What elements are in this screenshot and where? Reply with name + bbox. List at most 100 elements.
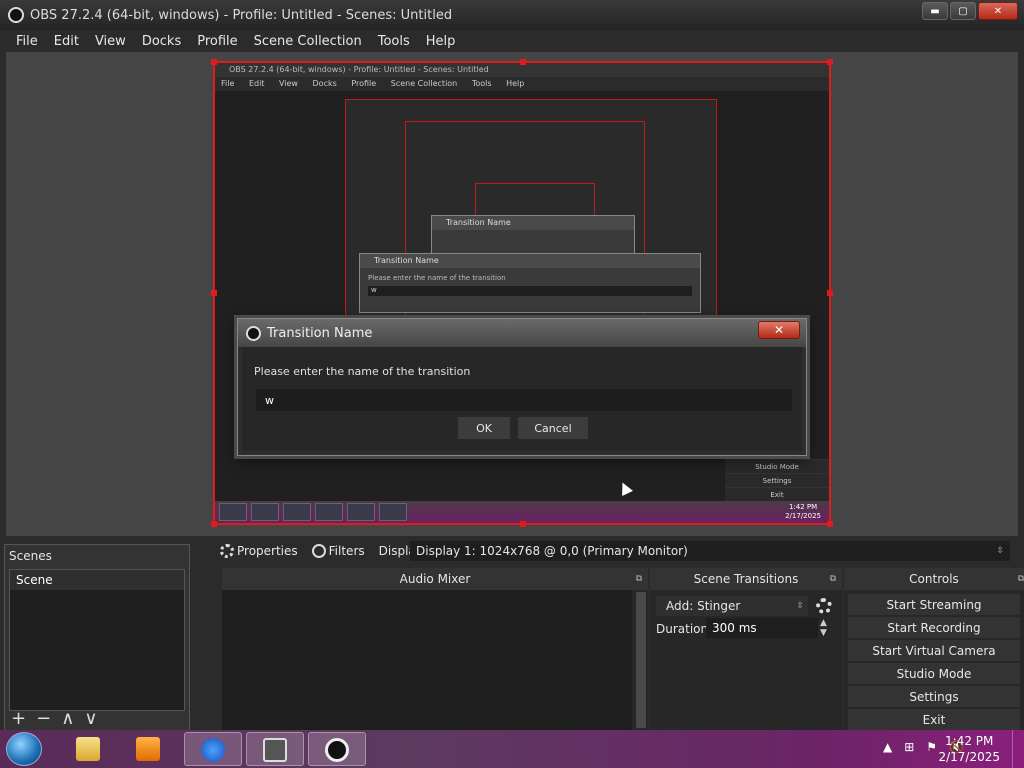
taskbar-switch-windows[interactable] <box>246 732 304 766</box>
source-toolbar: Properties Filters Display Display 1: 10… <box>206 538 1018 564</box>
start-virtual-camera-button[interactable]: Start Virtual Camera <box>848 640 1020 661</box>
nested-menu-item: View <box>278 79 298 88</box>
nested-menu-bar: File Edit View Docks Profile Scene Colle… <box>215 77 829 91</box>
show-hidden-icons-icon[interactable]: ▲ <box>883 740 892 754</box>
window-controls: ▬ ▢ ✕ <box>922 2 1018 20</box>
nested-taskbar-item <box>283 503 311 521</box>
scene-transitions-title: Scene Transitions <box>693 572 799 586</box>
folder-icon <box>76 737 100 761</box>
audio-mixer-scrollbar[interactable] <box>636 592 646 728</box>
properties-button[interactable]: Properties <box>220 544 298 558</box>
action-center-flag-icon[interactable]: ⚑ <box>926 740 937 754</box>
exit-button[interactable]: Exit <box>848 709 1020 730</box>
studio-mode-button[interactable]: Studio Mode <box>848 663 1020 684</box>
network-icon[interactable]: ⊞ <box>904 740 914 754</box>
clock-date: 2/17/2025 <box>938 750 1000 764</box>
spin-up-icon[interactable]: ▲ <box>820 618 834 628</box>
transition-properties-gear-icon[interactable] <box>816 598 832 614</box>
dialog-label: Please enter the name of the transition <box>254 365 471 378</box>
filter-icon <box>311 544 326 558</box>
window-title: OBS 27.2.4 (64-bit, windows) - Profile: … <box>30 7 453 23</box>
windows-taskbar: ▲ ⊞ ⚑ 🔇 1:42 PM 2/17/2025 <box>0 730 1024 768</box>
nested-menu-item: Profile <box>351 79 377 88</box>
scene-transitions-header: Scene Transitions ⧉ <box>650 568 842 590</box>
resize-handle[interactable] <box>520 521 526 527</box>
nested-taskbar: 1:42 PM 2/17/2025 <box>215 501 829 523</box>
resize-handle[interactable] <box>827 521 833 527</box>
obs-logo-icon <box>246 325 261 341</box>
taskbar-explorer[interactable] <box>60 732 118 766</box>
taskbar-clock[interactable]: 1:42 PM 2/17/2025 <box>938 733 1000 765</box>
taskbar-media-player[interactable] <box>120 732 178 766</box>
resize-handle[interactable] <box>211 290 217 296</box>
duration-input[interactable]: 300 ms <box>706 618 818 638</box>
menu-profile[interactable]: Profile <box>189 34 245 49</box>
scene-item[interactable]: Scene <box>10 570 184 590</box>
nested-taskbar-item <box>347 503 375 521</box>
switch-windows-icon <box>263 738 287 762</box>
resize-handle[interactable] <box>827 290 833 296</box>
filters-label: Filters <box>328 544 365 558</box>
resize-handle[interactable] <box>827 59 833 65</box>
menu-tools[interactable]: Tools <box>370 34 418 49</box>
start-button[interactable] <box>6 732 42 766</box>
resize-handle[interactable] <box>211 59 217 65</box>
display-select[interactable]: Display 1: 1024x768 @ 0,0 (Primary Monit… <box>410 541 1010 561</box>
media-player-icon <box>136 737 160 761</box>
show-desktop-button[interactable] <box>1012 730 1024 768</box>
menu-help[interactable]: Help <box>418 34 464 49</box>
ok-button[interactable]: OK <box>458 417 510 439</box>
nested-window-title: OBS 27.2.4 (64-bit, windows) - Profile: … <box>215 63 829 77</box>
nested-clock-time: 1:42 PM <box>788 503 818 511</box>
menu-view[interactable]: View <box>87 34 134 49</box>
controls-header: Controls ⧉ <box>844 568 1024 590</box>
move-scene-up-button[interactable]: ∧ <box>61 708 74 729</box>
preview-canvas[interactable]: OBS 27.2.4 (64-bit, windows) - Profile: … <box>6 52 1018 536</box>
maximize-button[interactable]: ▢ <box>950 2 976 20</box>
taskbar-firefox[interactable] <box>184 732 242 766</box>
transition-select[interactable]: Add: Stinger ⇳ <box>656 596 808 616</box>
obs-logo-icon <box>8 7 24 23</box>
resize-handle[interactable] <box>211 521 217 527</box>
dialog-close-button[interactable]: ✕ <box>758 321 800 339</box>
filters-button[interactable]: Filters <box>311 544 365 558</box>
nested-menu-item: File <box>221 79 235 88</box>
add-scene-button[interactable]: + <box>11 708 26 729</box>
float-dock-icon[interactable]: ⧉ <box>830 568 836 590</box>
nested-clock: 1:42 PM 2/17/2025 <box>785 503 821 521</box>
nested-dialog-title: Transition Name <box>432 216 634 230</box>
float-dock-icon[interactable]: ⧉ <box>636 568 642 590</box>
taskbar-obs[interactable] <box>308 732 366 766</box>
float-dock-icon[interactable]: ⧉ <box>1018 568 1024 590</box>
cancel-button[interactable]: Cancel <box>518 417 588 439</box>
resize-handle[interactable] <box>520 59 526 65</box>
settings-button[interactable]: Settings <box>848 686 1020 707</box>
remove-scene-button[interactable]: − <box>36 708 51 729</box>
dialog-body: Please enter the name of the transition … <box>242 347 802 451</box>
nested-clock-date: 2/17/2025 <box>785 512 821 520</box>
duration-spinner[interactable]: ▲ ▼ <box>820 618 834 638</box>
minimize-button[interactable]: ▬ <box>922 2 948 20</box>
menu-file[interactable]: File <box>8 34 46 49</box>
menu-edit[interactable]: Edit <box>46 34 87 49</box>
menu-scene-collection[interactable]: Scene Collection <box>246 34 370 49</box>
window-titlebar: OBS 27.2.4 (64-bit, windows) - Profile: … <box>0 0 1024 30</box>
audio-mixer-header: Audio Mixer ⧉ <box>222 568 648 590</box>
dialog-title: Transition Name <box>267 325 373 341</box>
sources-dock-edge <box>192 568 218 732</box>
close-button[interactable]: ✕ <box>978 2 1018 20</box>
nested-controls: Studio Mode Settings Exit <box>725 459 829 501</box>
menu-docks[interactable]: Docks <box>134 34 189 49</box>
spin-down-icon[interactable]: ▼ <box>820 628 834 638</box>
start-recording-button[interactable]: Start Recording <box>848 617 1020 638</box>
nested-taskbar-item <box>251 503 279 521</box>
start-streaming-button[interactable]: Start Streaming <box>848 594 1020 615</box>
nested-control: Studio Mode <box>725 459 829 473</box>
gear-icon <box>220 544 234 558</box>
transition-name-input[interactable] <box>256 389 792 411</box>
scenes-toolbar: + − ∧ ∨ <box>11 708 98 729</box>
audio-mixer-dock: Audio Mixer ⧉ <box>222 568 648 732</box>
scene-transitions-dock: Scene Transitions ⧉ Add: Stinger ⇳ Durat… <box>650 568 842 732</box>
properties-label: Properties <box>237 544 298 558</box>
move-scene-down-button[interactable]: ∨ <box>84 708 97 729</box>
